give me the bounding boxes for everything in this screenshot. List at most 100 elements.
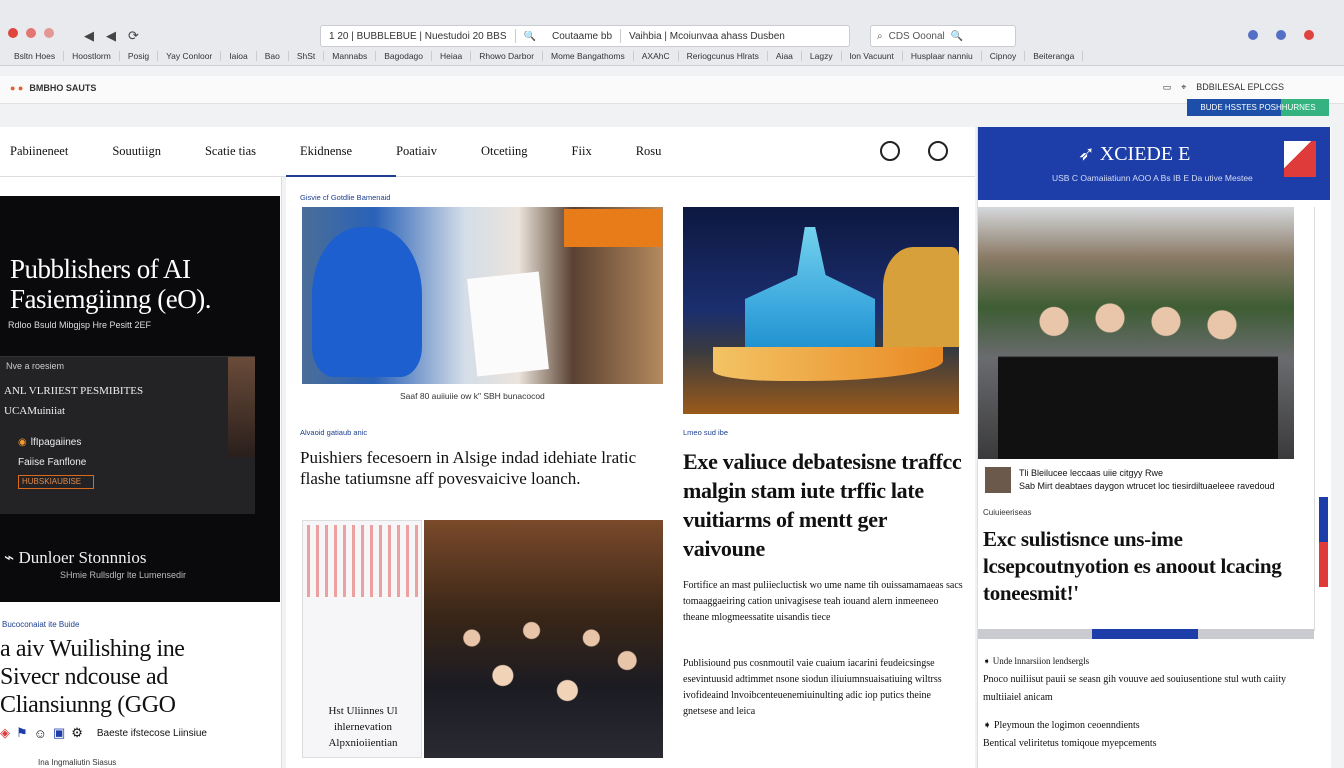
story-headline[interactable]: Puishiers fecesoern in Alsige indad ideh… (300, 447, 660, 489)
subscribe-button[interactable]: BUDE HSSTES POSHHURNES (1187, 99, 1329, 116)
bookmark-item[interactable]: lon Vacuunt (842, 51, 903, 61)
ad-title: ANL VLRIIEST PESMIBITES UCAMuiniiat (4, 385, 144, 417)
bookmark-item[interactable]: AXAhC (634, 51, 679, 61)
browser-search-input[interactable]: ⌕ CDS Ooonal 🔍 (870, 25, 1016, 47)
feature-headline[interactable]: Exe valiuce debatesisne traffcc malgin s… (683, 447, 963, 563)
hero-title[interactable]: Pubblishers of AI Fasiemgiinng (eO). (10, 254, 211, 314)
nav-item[interactable]: Ekidnense (300, 144, 352, 159)
nav-item[interactable]: Otcetiing (481, 144, 528, 159)
profile-icon[interactable] (1248, 30, 1258, 40)
nav-item[interactable]: Rosu (636, 144, 662, 159)
address-segment[interactable]: Vaihbia | Mcoiunvaa ahass Dusben (621, 31, 793, 42)
story-kicker[interactable]: Lmeo sud ibe (683, 428, 728, 437)
bookmark-item[interactable]: Husplaar nanniu (903, 51, 982, 61)
image-caption: Saaf 80 auiiuiie ow k" SBH bunacocod (400, 391, 545, 401)
right-scroll-strip[interactable] (1314, 207, 1331, 631)
bookmark-item[interactable]: Lagzy (802, 51, 842, 61)
left-hero[interactable]: Pubblishers of AI Fasiemgiinng (eO). Rdlo… (0, 196, 280, 602)
avatar[interactable] (985, 467, 1011, 493)
list-item[interactable]: ➧ Pleymoun the logimon ceoenndients Bent… (983, 717, 1303, 753)
byline-desc: Sab Mirt deabtaes daygon wtrucet loc tie… (1019, 481, 1275, 491)
reload-icon[interactable]: ⟳ (128, 28, 139, 44)
nav-item[interactable]: Poatiaiv (396, 144, 437, 159)
address-bar[interactable]: 1 20 | BUBBLEBUE | Nuestudoi 20 BBS 🔍 Co… (320, 25, 850, 47)
story-kicker[interactable]: Gisvie cf Gotdlie Bamenaid (300, 193, 390, 202)
nav-item[interactable]: Fiix (572, 144, 592, 159)
site-brand[interactable]: ● ● BMBHO SAUTS (10, 83, 96, 93)
bookmark-item[interactable]: Posig (120, 51, 159, 61)
bookmark-item[interactable]: Bagodago (376, 51, 432, 61)
byline-name[interactable]: Tli Bleilucee leccaas uiie citgyy Rwe (1019, 467, 1275, 480)
story-card-map[interactable]: Hst Uliinnes Ul ihlernevation Alpxnioiie… (302, 520, 422, 758)
nav-item[interactable]: Pabiineneet (10, 144, 68, 159)
bookmark-item[interactable]: Bao (257, 51, 289, 61)
story-image-lab[interactable] (302, 207, 663, 384)
share-red-icon[interactable]: ◈ (0, 725, 10, 741)
address-segment[interactable]: Coutaame bb (544, 31, 620, 42)
address-segment[interactable]: 1 20 | BUBBLEBUE | Nuestudoi 20 BBS (321, 31, 515, 42)
more-icon[interactable]: ⚙ (71, 725, 83, 741)
ad-box[interactable]: Nve a roesiem ANL VLRIIEST PESMIBITES UCA… (0, 356, 255, 514)
settings-icon[interactable] (928, 141, 948, 161)
hero-subtitle: Rdloo Bsuld Mibgjsp Hre Pesitt 2EF (8, 320, 152, 330)
bookmark-item[interactable]: Rhowo Darbor (471, 51, 544, 61)
bookmark-icon[interactable]: ▣ (53, 725, 65, 741)
right-banner[interactable]: ➶ XCIEDE E USB C Oamaiiatiunn AOO A Bs I… (978, 127, 1330, 200)
flag-icon (1284, 141, 1316, 177)
bookmark-item[interactable]: Heiaa (432, 51, 472, 61)
window-controls (8, 28, 54, 38)
right-headline[interactable]: Exc sulistisnce uns-ime lcsepcoutnyotion… (983, 526, 1313, 607)
story-image-group[interactable] (978, 207, 1294, 459)
magnifier-icon[interactable]: 🔍 (951, 31, 963, 42)
left-headline[interactable]: a aiv Wuilishing ine Sivecr ndcouse ad Cli… (0, 635, 280, 719)
bookmark-item[interactable]: Mannabs (324, 51, 377, 61)
bookmark-item[interactable]: Hoostlorm (64, 51, 120, 61)
bookmark-item[interactable]: ShSt (289, 51, 325, 61)
maximize-window-dot[interactable] (44, 28, 54, 38)
close-window-dot[interactable] (8, 28, 18, 38)
tower-shape (745, 227, 875, 347)
left-headline-block: Bucoconaiat ite Buide a aiv Wuilishing i… (0, 620, 280, 741)
ad-option[interactable]: Faiise Fanflone (18, 453, 86, 473)
feature-paragraph: Publisiound pus cosnmoutil vaie cuaium i… (683, 658, 942, 717)
bookmark-item[interactable]: Cipnoy (982, 51, 1026, 61)
story-image-tower[interactable] (683, 207, 959, 414)
sponsor-tagline: SHmie Rullsdlgr lte Lumensedir (60, 570, 187, 580)
menu-icon[interactable] (1304, 30, 1314, 40)
bookmark-item[interactable]: Yay Conloor (158, 51, 222, 61)
bookmark-item[interactable]: Iaioa (221, 51, 257, 61)
bookmark-item[interactable]: Beiteranga (1025, 51, 1084, 61)
tag-icon[interactable]: ⚑ (16, 725, 28, 741)
person-icon[interactable]: ☺ (34, 726, 47, 741)
bookmark-item[interactable]: Aiaa (768, 51, 802, 61)
banner-tagline: USB C Oamaiiatiunn AOO A Bs IB E Da utiv… (1052, 173, 1253, 183)
left-footer: Ina Ingmaliutin Siasus (38, 758, 117, 767)
list-item[interactable]: ➧ Unde lnnarsiion lendsergls Pnoco nuili… (983, 652, 1303, 707)
minimize-window-dot[interactable] (26, 28, 36, 38)
nav-item[interactable]: Scatie tias (205, 144, 256, 159)
bookmark-item[interactable]: Bsltn Hoes (6, 51, 65, 61)
ad-option[interactable]: ◉ lfIpagaiines (18, 433, 86, 453)
left-icon-row: ◈ ⚑ ☺ ▣ ⚙ Baeste ifstecose Liinsiue (0, 725, 207, 741)
bookmark-item[interactable]: Mome Bangathoms (543, 51, 634, 61)
pin-icon[interactable]: ⌖ (1181, 82, 1186, 93)
map-shape (307, 525, 419, 597)
ad-button[interactable]: HUBSKIAUBISE (18, 475, 94, 489)
ad-kicker: Nve a roesiem (6, 361, 65, 371)
left-kicker[interactable]: Bucoconaiat ite Buide (2, 620, 280, 629)
forward-icon[interactable]: ◀ (106, 28, 116, 44)
topbar-link[interactable]: BDBILESAL EPLCGS (1196, 82, 1284, 93)
topbar-right: ▭ ⌖ BDBILESAL EPLCGS (1163, 82, 1284, 93)
nav-item[interactable]: Souutiign (112, 144, 161, 159)
story-kicker[interactable]: Alvaoid gatiaub anic (300, 428, 367, 437)
story-image-crowd[interactable] (424, 520, 663, 758)
right-kicker[interactable]: Cuiuieeriseas (983, 508, 1031, 517)
extension-icon[interactable] (1276, 30, 1286, 40)
trees-shape (883, 247, 959, 347)
share-icon[interactable] (880, 141, 900, 161)
screen-icon[interactable]: ▭ (1163, 82, 1172, 93)
back-icon[interactable]: ◀ (84, 28, 94, 44)
browser-chrome: ◀ ◀ ⟳ 1 20 | BUBBLEBUE | Nuestudoi 20 BB… (0, 0, 1344, 66)
bookmark-item[interactable]: Reriogcunus Hlrats (679, 51, 768, 61)
record-icon: ● ● (10, 83, 24, 93)
